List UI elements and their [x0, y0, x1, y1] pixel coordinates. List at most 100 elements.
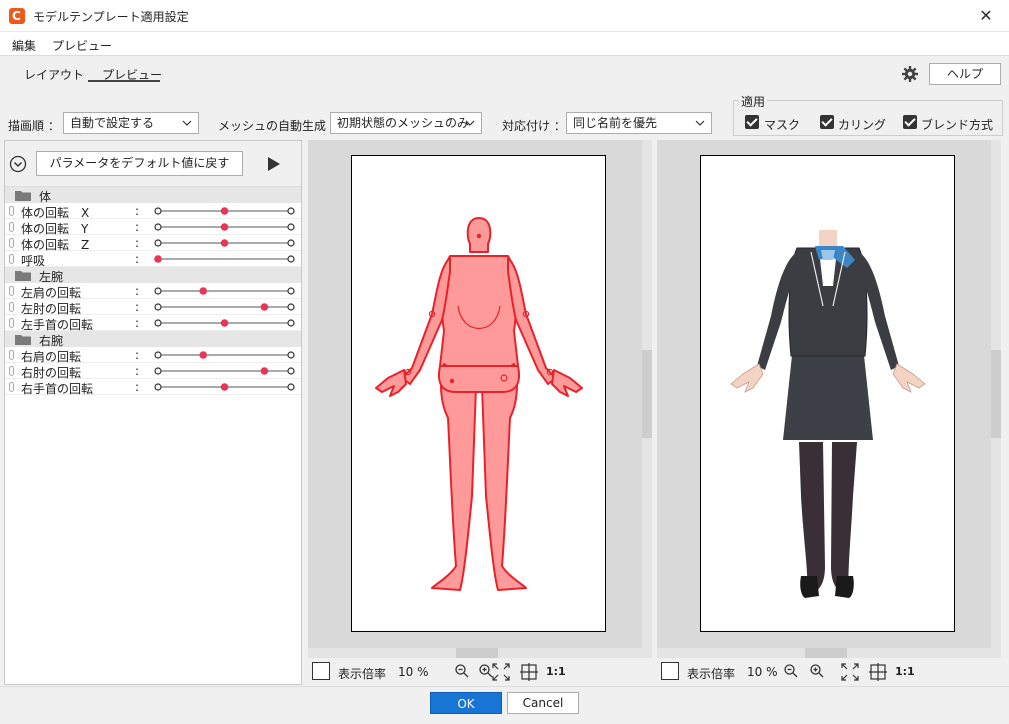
character-preview-image [730, 230, 926, 598]
slider-knob[interactable] [199, 351, 208, 359]
horizontal-scrollbar[interactable] [657, 648, 1001, 658]
slider-knob[interactable] [220, 319, 229, 327]
parameter-slider[interactable] [151, 203, 301, 219]
parameter-group[interactable]: 右腕 [5, 331, 301, 348]
parameter-slider[interactable] [151, 219, 301, 235]
slider-knob[interactable] [220, 383, 229, 391]
actual-size-button[interactable]: 1:1 [895, 665, 915, 678]
slider-min-endpoint [154, 287, 162, 295]
slider-knob[interactable] [220, 239, 229, 247]
slider-max-endpoint [287, 383, 295, 391]
fit-screen-icon[interactable] [841, 663, 859, 681]
pin-icon[interactable] [9, 350, 14, 360]
blend-mode-label: ブレンド方式 [921, 118, 994, 132]
slider-max-endpoint [287, 319, 295, 327]
horizontal-scrollbar[interactable] [308, 648, 652, 658]
close-button[interactable]: ✕ [963, 0, 1009, 32]
slider-knob[interactable] [154, 255, 162, 263]
parameter-row[interactable]: 右手首の回転: [5, 379, 301, 396]
chevron-down-icon [695, 120, 705, 126]
parameter-slider[interactable] [151, 251, 301, 267]
slider-knob[interactable] [199, 287, 208, 295]
ok-button[interactable]: OK [430, 692, 502, 714]
menu-preview[interactable]: プレビュー [52, 37, 112, 54]
menu-bar: 編集 プレビュー [0, 32, 1009, 56]
parameter-separator: : [135, 236, 140, 250]
parameter-slider[interactable] [151, 347, 301, 363]
parameter-separator: : [135, 204, 140, 218]
mesh-value: 初期状態のメッシュのみ [337, 116, 470, 130]
slider-knob[interactable] [220, 223, 229, 231]
menu-edit[interactable]: 編集 [12, 37, 36, 54]
cancel-button[interactable]: Cancel [507, 692, 579, 714]
parameter-row[interactable]: 体の回転 Z: [5, 235, 301, 252]
tab-layout[interactable]: レイアウト [24, 66, 84, 83]
background-toggle[interactable] [312, 662, 330, 680]
parameter-separator: : [135, 220, 140, 234]
parameter-row[interactable]: 左手首の回転: [5, 315, 301, 332]
zoom-in-icon[interactable] [809, 663, 825, 679]
gear-icon[interactable] [902, 66, 918, 82]
parameter-slider[interactable] [151, 299, 301, 315]
pin-icon[interactable] [9, 222, 14, 232]
scrollbar-thumb[interactable] [991, 350, 1001, 438]
culling-checkbox[interactable] [820, 115, 834, 129]
slider-knob[interactable] [260, 303, 269, 311]
actual-size-button[interactable]: 1:1 [546, 665, 566, 678]
parameter-slider[interactable] [151, 235, 301, 251]
parameter-slider[interactable] [151, 379, 301, 395]
zoom-out-icon[interactable] [454, 663, 470, 679]
slider-knob[interactable] [260, 367, 269, 375]
pin-icon[interactable] [9, 318, 14, 328]
pin-icon[interactable] [9, 302, 14, 312]
collapse-circle-icon[interactable] [9, 155, 27, 173]
parameter-separator: : [135, 252, 140, 266]
parameter-panel: パラメータをデフォルト値に戻す 体体の回転 X: 体の回転 Y: 体の回転 Z: 呼吸… [4, 140, 302, 685]
mesh-select[interactable]: 初期状態のメッシュのみ [330, 112, 482, 134]
parameter-row[interactable]: 体の回転 X: [5, 203, 301, 220]
slider-knob[interactable] [220, 207, 229, 215]
parameter-row[interactable]: 右肘の回転: [5, 363, 301, 380]
vertical-scrollbar[interactable] [991, 140, 1001, 648]
vertical-scrollbar[interactable] [642, 140, 652, 648]
active-tab-indicator [88, 80, 160, 82]
scrollbar-thumb[interactable] [456, 648, 498, 658]
fit-screen-icon[interactable] [492, 663, 510, 681]
parameter-row[interactable]: 左肩の回転: [5, 283, 301, 300]
draw-order-select[interactable]: 自動で設定する [63, 112, 199, 134]
pin-icon[interactable] [9, 366, 14, 376]
zoom-value: 10 % [747, 665, 778, 679]
parameter-row[interactable]: 左肘の回転: [5, 299, 301, 316]
background-toggle[interactable] [661, 662, 679, 680]
pin-icon[interactable] [9, 238, 14, 248]
help-button[interactable]: ヘルプ [929, 63, 1001, 85]
parameter-slider[interactable] [151, 315, 301, 331]
zoom-out-icon[interactable] [783, 663, 799, 679]
parameter-row[interactable]: 右肩の回転: [5, 347, 301, 364]
parameter-group[interactable]: 体 [5, 187, 301, 204]
parameter-slider[interactable] [151, 283, 301, 299]
match-select[interactable]: 同じ名前を優先 [566, 112, 712, 134]
window-title: モデルテンプレート適用設定 [33, 10, 189, 24]
template-viewport-toolbar: 表示倍率 10 % 1:1 [308, 658, 652, 685]
pin-icon[interactable] [9, 382, 14, 392]
pin-icon[interactable] [9, 206, 14, 216]
parameter-group[interactable]: 左腕 [5, 267, 301, 284]
parameter-row[interactable]: 体の回転 Y: [5, 219, 301, 236]
folder-icon [15, 191, 31, 201]
parameter-slider[interactable] [151, 363, 301, 379]
mask-checkbox[interactable] [745, 115, 759, 129]
pin-icon[interactable] [9, 254, 14, 264]
scrollbar-thumb[interactable] [805, 648, 847, 658]
blend-mode-checkbox[interactable] [903, 115, 917, 129]
center-view-icon[interactable] [869, 663, 887, 681]
play-icon[interactable] [267, 156, 281, 172]
reset-parameters-button[interactable]: パラメータをデフォルト値に戻す [36, 151, 243, 176]
app-logo-icon: C [9, 8, 25, 24]
model-preview-viewport[interactable] [657, 140, 1001, 658]
template-preview-viewport[interactable] [308, 140, 652, 658]
parameter-row[interactable]: 呼吸: [5, 251, 301, 268]
center-view-icon[interactable] [520, 663, 538, 681]
pin-icon[interactable] [9, 286, 14, 296]
scrollbar-thumb[interactable] [642, 350, 652, 438]
